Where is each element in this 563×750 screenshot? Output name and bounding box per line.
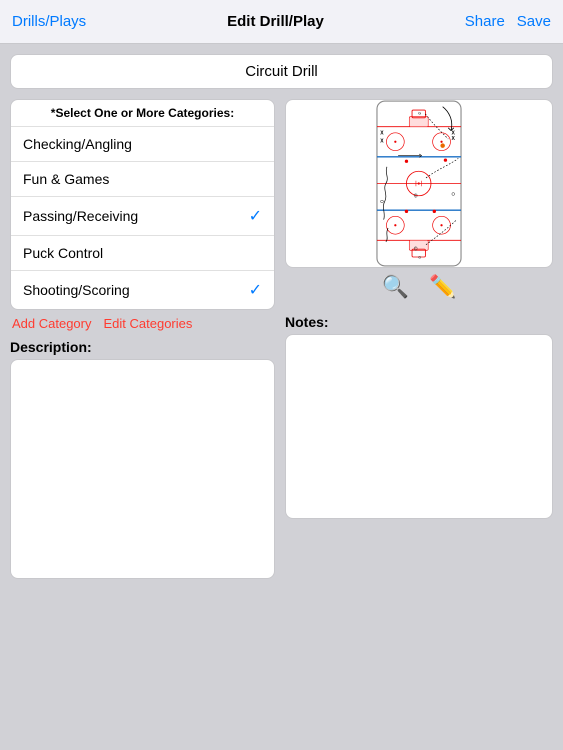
pencil-icon: ✏️	[429, 274, 456, 299]
category-item[interactable]: Checking/Angling	[11, 127, 274, 162]
checkmark-icon: ✓	[249, 206, 262, 226]
notes-label: Notes:	[285, 314, 553, 330]
category-name: Passing/Receiving	[23, 208, 138, 224]
edit-button[interactable]: ✏️	[429, 274, 456, 300]
page-title: Edit Drill/Play	[227, 13, 324, 30]
description-box[interactable]	[10, 359, 275, 579]
svg-text:©: ©	[414, 245, 418, 252]
left-panel: *Select One or More Categories: Checking…	[10, 99, 275, 519]
category-item[interactable]: Fun & Games	[11, 162, 274, 197]
main-layout: *Select One or More Categories: Checking…	[10, 99, 553, 519]
drill-title[interactable]: Circuit Drill	[10, 54, 553, 89]
svg-text:G: G	[418, 255, 421, 260]
svg-text:©: ©	[414, 192, 418, 199]
category-list: Checking/Angling Fun & Games Passing/Recei…	[11, 127, 274, 309]
header-actions: Share Save	[465, 13, 551, 30]
rink-controls: 🔍 ✏️	[285, 268, 553, 306]
category-links: Add Category Edit Categories	[10, 316, 275, 331]
nav-back[interactable]: Drills/Plays	[12, 13, 86, 30]
categories-header: *Select One or More Categories:	[11, 100, 274, 127]
category-name: Fun & Games	[23, 171, 109, 187]
svg-text:O: O	[452, 192, 456, 197]
category-name: Checking/Angling	[23, 136, 132, 152]
save-button[interactable]: Save	[517, 13, 551, 30]
categories-box: *Select One or More Categories: Checking…	[10, 99, 275, 310]
share-button[interactable]: Share	[465, 13, 505, 30]
back-link[interactable]: Drills/Plays	[12, 13, 86, 30]
category-item[interactable]: Shooting/Scoring ✓	[11, 271, 274, 309]
notes-box[interactable]	[285, 334, 553, 519]
category-name: Puck Control	[23, 245, 103, 261]
hockey-rink[interactable]: X X X X O O G G © ©	[285, 99, 553, 268]
category-name: Shooting/Scoring	[23, 282, 130, 298]
right-panel: X X X X O O G G © ©	[285, 99, 553, 519]
main-content: Circuit Drill *Select One or More Catego…	[0, 44, 563, 750]
checkmark-icon: ✓	[249, 280, 262, 300]
category-item[interactable]: Passing/Receiving ✓	[11, 197, 274, 236]
add-category-link[interactable]: Add Category	[12, 316, 92, 331]
description-label: Description:	[10, 339, 275, 355]
app-header: Drills/Plays Edit Drill/Play Share Save	[0, 0, 563, 44]
edit-categories-link[interactable]: Edit Categories	[104, 316, 193, 331]
zoom-icon: 🔍	[382, 274, 409, 299]
svg-text:G: G	[418, 110, 421, 115]
notes-section: Notes:	[285, 314, 553, 519]
category-item[interactable]: Puck Control	[11, 236, 274, 271]
zoom-button[interactable]: 🔍	[382, 274, 409, 300]
